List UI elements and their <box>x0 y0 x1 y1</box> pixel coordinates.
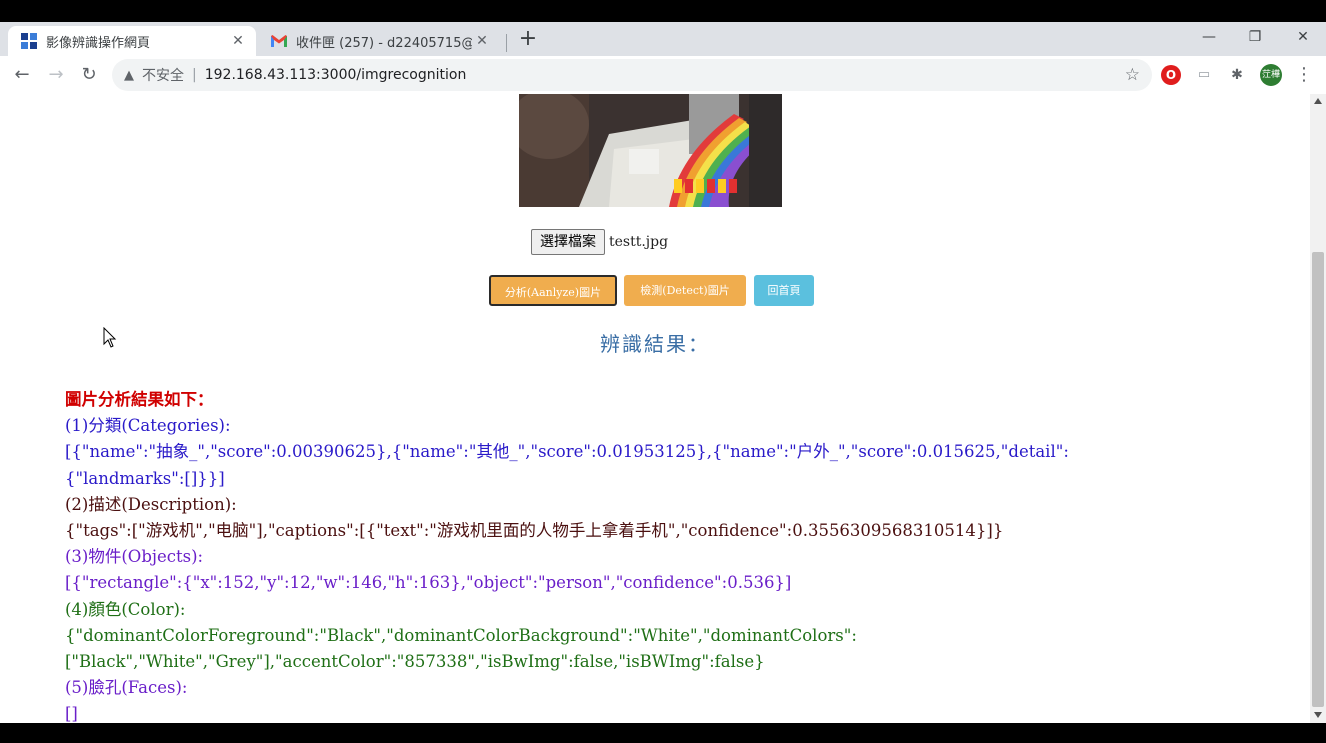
address-bar[interactable]: ▲ 不安全 | 192.168.43.113:3000/imgrecogniti… <box>112 59 1152 91</box>
scrollbar-thumb[interactable] <box>1312 252 1324 707</box>
color-label: (4)顏色(Color): <box>65 599 186 619</box>
detect-image-button[interactable]: 檢測(Detect)圖片 <box>624 275 746 306</box>
mouse-cursor-icon <box>103 326 117 349</box>
uploaded-image <box>519 94 782 207</box>
tab-image-recognition[interactable]: 影像辨識操作網頁 ✕ <box>8 26 256 56</box>
categories-label: (1)分類(Categories): <box>65 416 231 436</box>
address-separator: | <box>192 67 197 83</box>
selected-file-name: testt.jpg <box>609 234 669 250</box>
browser-menu-icon[interactable]: ⋮ <box>1294 63 1314 87</box>
objects-label: (3)物件(Objects): <box>65 547 204 567</box>
description-label: (2)描述(Description): <box>65 494 237 514</box>
scroll-up-arrow-icon[interactable] <box>1314 98 1322 104</box>
reload-button[interactable]: ↻ <box>77 63 101 87</box>
browser-chrome: 影像辨識操作網頁 ✕ 收件匣 (257) - d22405715@gm ✕ + … <box>0 22 1326 94</box>
description-value: {"tags":["游戏机","电脑"],"captions":[{"text"… <box>65 521 1004 541</box>
choose-file-button[interactable]: 選擇檔案 <box>531 229 605 255</box>
color-value-cont: ["Black","White","Grey"],"accentColor":"… <box>65 652 765 672</box>
page-viewport: 選擇檔案 testt.jpg 分析(Aanlyze)圖片 檢測(Detect)圖… <box>0 94 1310 723</box>
tab-title: 收件匣 (257) - d22405715@gm <box>296 35 472 51</box>
tab-title: 影像辨識操作網頁 <box>46 35 151 51</box>
profile-avatar[interactable]: 茳樺 <box>1260 64 1282 86</box>
objects-value: [{"rectangle":{"x":152,"y":12,"w":146,"h… <box>65 573 792 593</box>
results-intro: 圖片分析結果如下： <box>65 390 214 409</box>
tab-strip: 影像辨識操作網頁 ✕ 收件匣 (257) - d22405715@gm ✕ + … <box>0 22 1326 56</box>
gmail-icon <box>270 32 288 50</box>
scroll-down-arrow-icon[interactable] <box>1314 712 1322 718</box>
screen-top-border <box>0 0 1326 22</box>
categories-value-cont: {"landmarks":[]}}] <box>65 468 225 488</box>
minimize-button[interactable]: — <box>1194 26 1224 48</box>
restore-button[interactable]: ❐ <box>1240 26 1270 48</box>
faces-value: [] <box>65 704 78 723</box>
url-text[interactable]: 192.168.43.113:3000/imgrecognition <box>205 67 467 83</box>
back-button[interactable]: ← <box>10 63 34 87</box>
tab-close-icon[interactable]: ✕ <box>228 33 248 49</box>
color-value: {"dominantColorForeground":"Black","domi… <box>65 625 857 645</box>
forward-button[interactable]: → <box>44 63 68 87</box>
extensions-puzzle-icon[interactable]: ✱ <box>1227 65 1247 85</box>
window-close-button[interactable]: ✕ <box>1288 26 1318 48</box>
screen-bottom-border <box>0 723 1326 743</box>
categories-value: [{"name":"抽象_","score":0.00390625},{"nam… <box>65 442 1069 462</box>
tab-close-icon[interactable]: ✕ <box>472 33 492 49</box>
file-input-row: 選擇檔案 testt.jpg <box>531 229 668 255</box>
warning-icon[interactable]: ▲ <box>124 68 134 83</box>
analyze-image-button[interactable]: 分析(Aanlyze)圖片 <box>489 275 617 306</box>
tab-gmail[interactable]: 收件匣 (257) - d22405715@gm ✕ <box>258 26 500 56</box>
security-status[interactable]: 不安全 <box>142 65 184 85</box>
result-heading: 辨識結果： <box>600 332 710 356</box>
tab-separator <box>506 34 507 52</box>
opera-extension-icon[interactable]: O <box>1161 65 1181 85</box>
browser-toolbar: ← → ↻ ▲ 不安全 | 192.168.43.113:3000/imgrec… <box>0 56 1326 94</box>
bookmark-star-icon[interactable]: ☆ <box>1125 65 1140 85</box>
analysis-results: 圖片分析結果如下： (1)分類(Categories): [{"name":"抽… <box>65 387 1295 723</box>
new-tab-button[interactable]: + <box>516 28 540 52</box>
faces-label: (5)臉孔(Faces): <box>65 678 188 698</box>
site-favicon-icon <box>20 32 38 50</box>
home-button[interactable]: 回首頁 <box>754 275 814 306</box>
page-scrollbar[interactable] <box>1310 94 1326 723</box>
ticket-extension-icon[interactable]: ▭ <box>1194 65 1214 85</box>
